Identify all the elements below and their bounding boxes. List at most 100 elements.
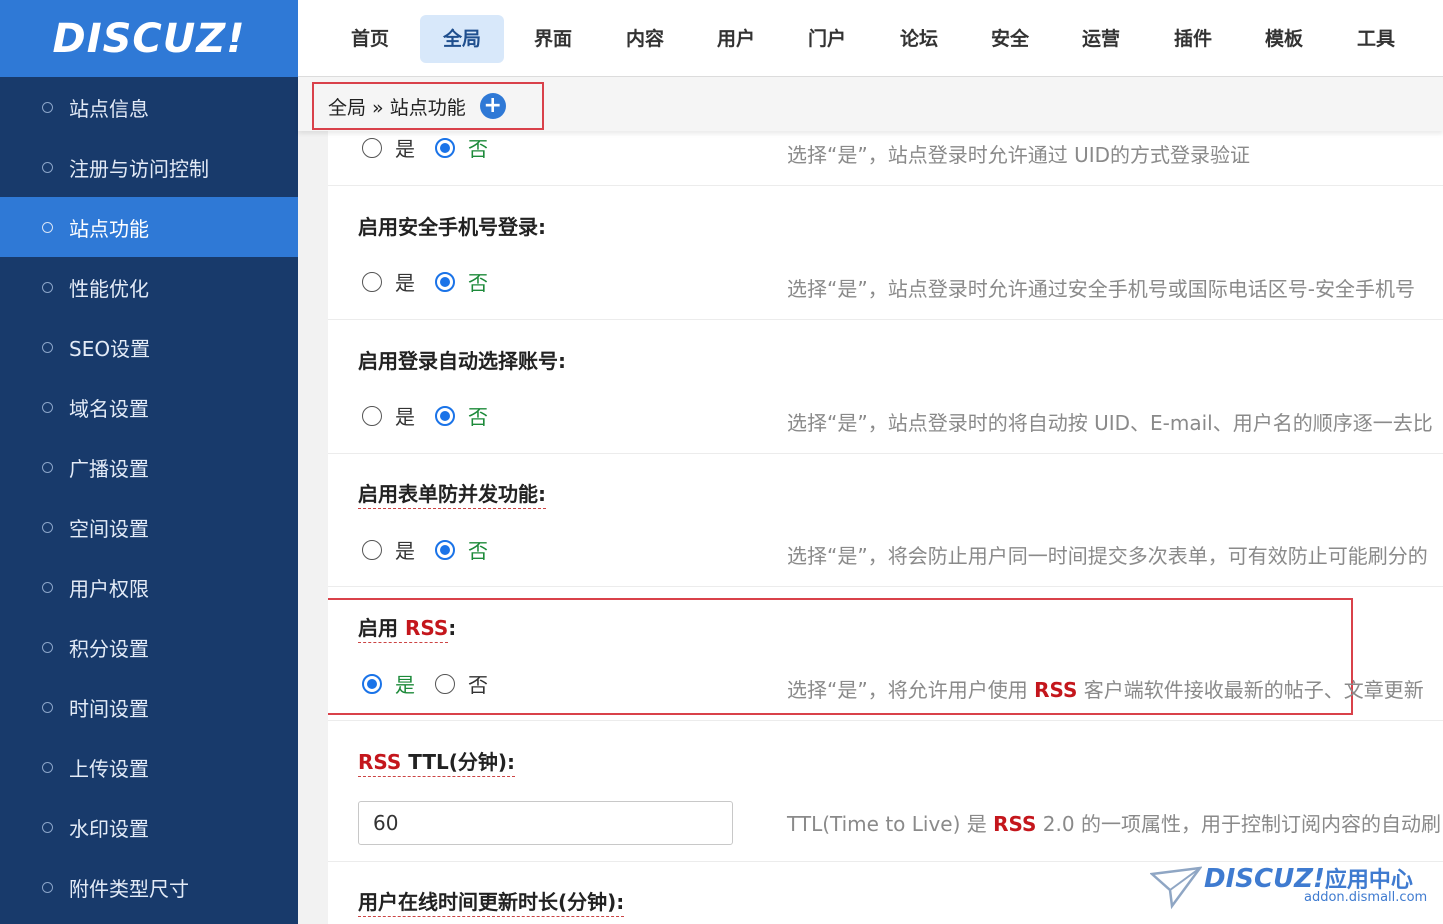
auto-account-description: 选择“是”，站点登录时的将自动按 UID、E-mail、用户名的顺序逐一去比	[787, 411, 1433, 435]
sidebar-item-label: 用户权限	[69, 576, 149, 601]
nav-tab[interactable]: 用户	[694, 15, 778, 63]
secmobile-login-yes-label[interactable]: 是	[395, 267, 415, 296]
circle-bullet-icon	[42, 821, 53, 833]
circle-bullet-icon	[42, 161, 53, 173]
nav-tab[interactable]: 门户	[785, 15, 869, 63]
sidebar-item[interactable]: 域名设置	[0, 377, 298, 437]
circle-bullet-icon	[42, 461, 53, 473]
circle-bullet-icon	[42, 701, 53, 713]
sidebar-item[interactable]: 上传设置	[0, 737, 298, 797]
circle-bullet-icon	[42, 281, 53, 293]
rss-ttl-desc-suffix: 2.0 的一项属性，用于控制订阅内容的自动刷	[1036, 812, 1441, 836]
logo[interactable]: DISCUZ!	[0, 0, 298, 77]
rss-title-keyword: RSS	[404, 616, 449, 640]
auto-account-no-radio[interactable]	[435, 405, 455, 426]
sidebar-item-label: 水印设置	[69, 816, 149, 841]
uid-login-no-label[interactable]: 否	[468, 133, 488, 162]
rss-ttl-desc-prefix: TTL(Time to Live) 是	[787, 812, 994, 836]
sidebar-item[interactable]: 性能优化	[0, 257, 298, 317]
form-concurrency-yes-radio[interactable]	[362, 539, 382, 560]
auto-account-yes-radio[interactable]	[362, 405, 382, 426]
form-concurrency-yes-label[interactable]: 是	[395, 535, 415, 564]
secmobile-login-no-radio[interactable]	[435, 271, 455, 292]
logo-text: DISCUZ!	[52, 15, 246, 62]
auto-account-radio-group: 是 否	[362, 401, 508, 430]
rss-title-prefix: 启用	[358, 616, 405, 640]
secmobile-login-description: 选择“是”，站点登录时允许通过安全手机号或国际电话区号-安全手机号	[787, 277, 1415, 301]
nav-tab[interactable]: 界面	[511, 15, 595, 63]
nav-tab[interactable]: 首页	[328, 15, 412, 63]
divider	[328, 720, 1443, 721]
divider	[328, 319, 1443, 320]
circle-bullet-icon	[42, 401, 53, 413]
rss-ttl-keyword: RSS	[358, 750, 402, 774]
rss-ttl-title-suffix: TTL(分钟):	[401, 750, 516, 774]
uid-login-description: 选择“是”，站点登录时允许通过 UID的方式登录验证	[787, 143, 1251, 167]
nav-tab[interactable]: 论坛	[877, 15, 961, 63]
online-time-title: 用户在线时间更新时长(分钟):	[358, 886, 625, 917]
circle-bullet-icon	[42, 341, 53, 353]
rss-desc-prefix: 选择“是”，将允许用户使用	[787, 678, 1035, 702]
circle-bullet-icon	[42, 881, 53, 893]
auto-account-no-label[interactable]: 否	[468, 401, 488, 430]
sidebar-item-label: 域名设置	[69, 396, 149, 421]
sidebar-item-label: 上传设置	[69, 756, 149, 781]
nav-tab[interactable]: 内容	[603, 15, 687, 63]
sidebar-item-label: SEO设置	[69, 336, 151, 361]
nav-tab[interactable]: 模板	[1242, 15, 1326, 63]
sidebar-item[interactable]: 站点信息	[0, 77, 298, 137]
rss-desc-suffix: 客户端软件接收最新的帖子、文章更新	[1077, 678, 1424, 702]
watermark: DISCUZ!应用中心 addon.dismall.com	[1150, 862, 1440, 914]
uid-login-yes-label[interactable]: 是	[395, 133, 415, 162]
secmobile-login-radio-group: 是 否	[362, 267, 508, 296]
rss-radio-group: 是 否	[362, 669, 508, 698]
rss-title-suffix: :	[448, 616, 457, 640]
sidebar-item[interactable]: SEO设置	[0, 317, 298, 377]
sidebar-item[interactable]: 用户权限	[0, 557, 298, 617]
sidebar-item[interactable]: 广播设置	[0, 437, 298, 497]
rss-no-label[interactable]: 否	[468, 669, 488, 698]
rss-ttl-title-text: RSS TTL(分钟):	[358, 750, 516, 777]
form-concurrency-no-label[interactable]: 否	[468, 535, 488, 564]
nav-tab[interactable]: 安全	[968, 15, 1052, 63]
rss-yes-radio[interactable]	[362, 673, 382, 694]
rss-yes-label[interactable]: 是	[395, 669, 415, 698]
add-shortcut-icon[interactable]: +	[479, 93, 506, 119]
sidebar-item[interactable]: 积分设置	[0, 617, 298, 677]
sidebar-item[interactable]: 水印设置	[0, 797, 298, 857]
settings-panel: 是 否 选择“是”，站点登录时允许通过 UID的方式登录验证 启用安全手机号登录…	[328, 131, 1443, 924]
online-time-title-text: 用户在线时间更新时长(分钟):	[358, 890, 625, 917]
sidebar-item[interactable]: 注册与访问控制	[0, 137, 298, 197]
nav-tab[interactable]: 运营	[1059, 15, 1143, 63]
sidebar-item[interactable]: 空间设置	[0, 497, 298, 557]
rss-ttl-input[interactable]	[358, 801, 733, 845]
paper-plane-icon	[1150, 866, 1202, 910]
rss-ttl-description: TTL(Time to Live) 是 RSS 2.0 的一项属性，用于控制订阅…	[787, 808, 1441, 837]
sidebar-item[interactable]: 时间设置	[0, 677, 298, 737]
sidebar-item[interactable]: 站点功能	[0, 197, 298, 257]
uid-login-no-radio[interactable]	[435, 137, 455, 158]
secmobile-login-title: 启用安全手机号登录:	[358, 215, 546, 239]
divider	[328, 453, 1443, 454]
form-concurrency-title-text: 启用表单防并发功能:	[358, 482, 546, 509]
secmobile-login-yes-radio[interactable]	[362, 271, 382, 292]
circle-bullet-icon	[42, 221, 53, 233]
rss-desc-keyword: RSS	[1034, 678, 1078, 702]
rss-no-radio[interactable]	[435, 673, 455, 694]
sidebar-item-label: 时间设置	[69, 696, 149, 721]
rss-ttl-title: RSS TTL(分钟):	[358, 746, 516, 777]
sidebar-menu: 站点信息注册与访问控制 站点功能性能优化 SEO设置域名设置广播设置 空间设置用户权限…	[0, 77, 298, 917]
sidebar-item[interactable]: 附件类型尺寸	[0, 857, 298, 917]
nav-tab[interactable]: 全局	[420, 15, 504, 63]
form-concurrency-no-radio[interactable]	[435, 539, 455, 560]
uid-login-yes-radio[interactable]	[362, 137, 382, 158]
nav-tab[interactable]: 工具	[1334, 15, 1418, 63]
rss-title: 启用 RSS:	[358, 612, 457, 643]
sidebar-item-label: 注册与访问控制	[69, 156, 209, 181]
nav-tab[interactable]: 插件	[1151, 15, 1235, 63]
sidebar-item-label: 站点功能	[69, 216, 149, 241]
rss-ttl-desc-keyword: RSS	[993, 812, 1037, 836]
auto-account-yes-label[interactable]: 是	[395, 401, 415, 430]
secmobile-login-no-label[interactable]: 否	[468, 267, 488, 296]
circle-bullet-icon	[42, 101, 53, 113]
